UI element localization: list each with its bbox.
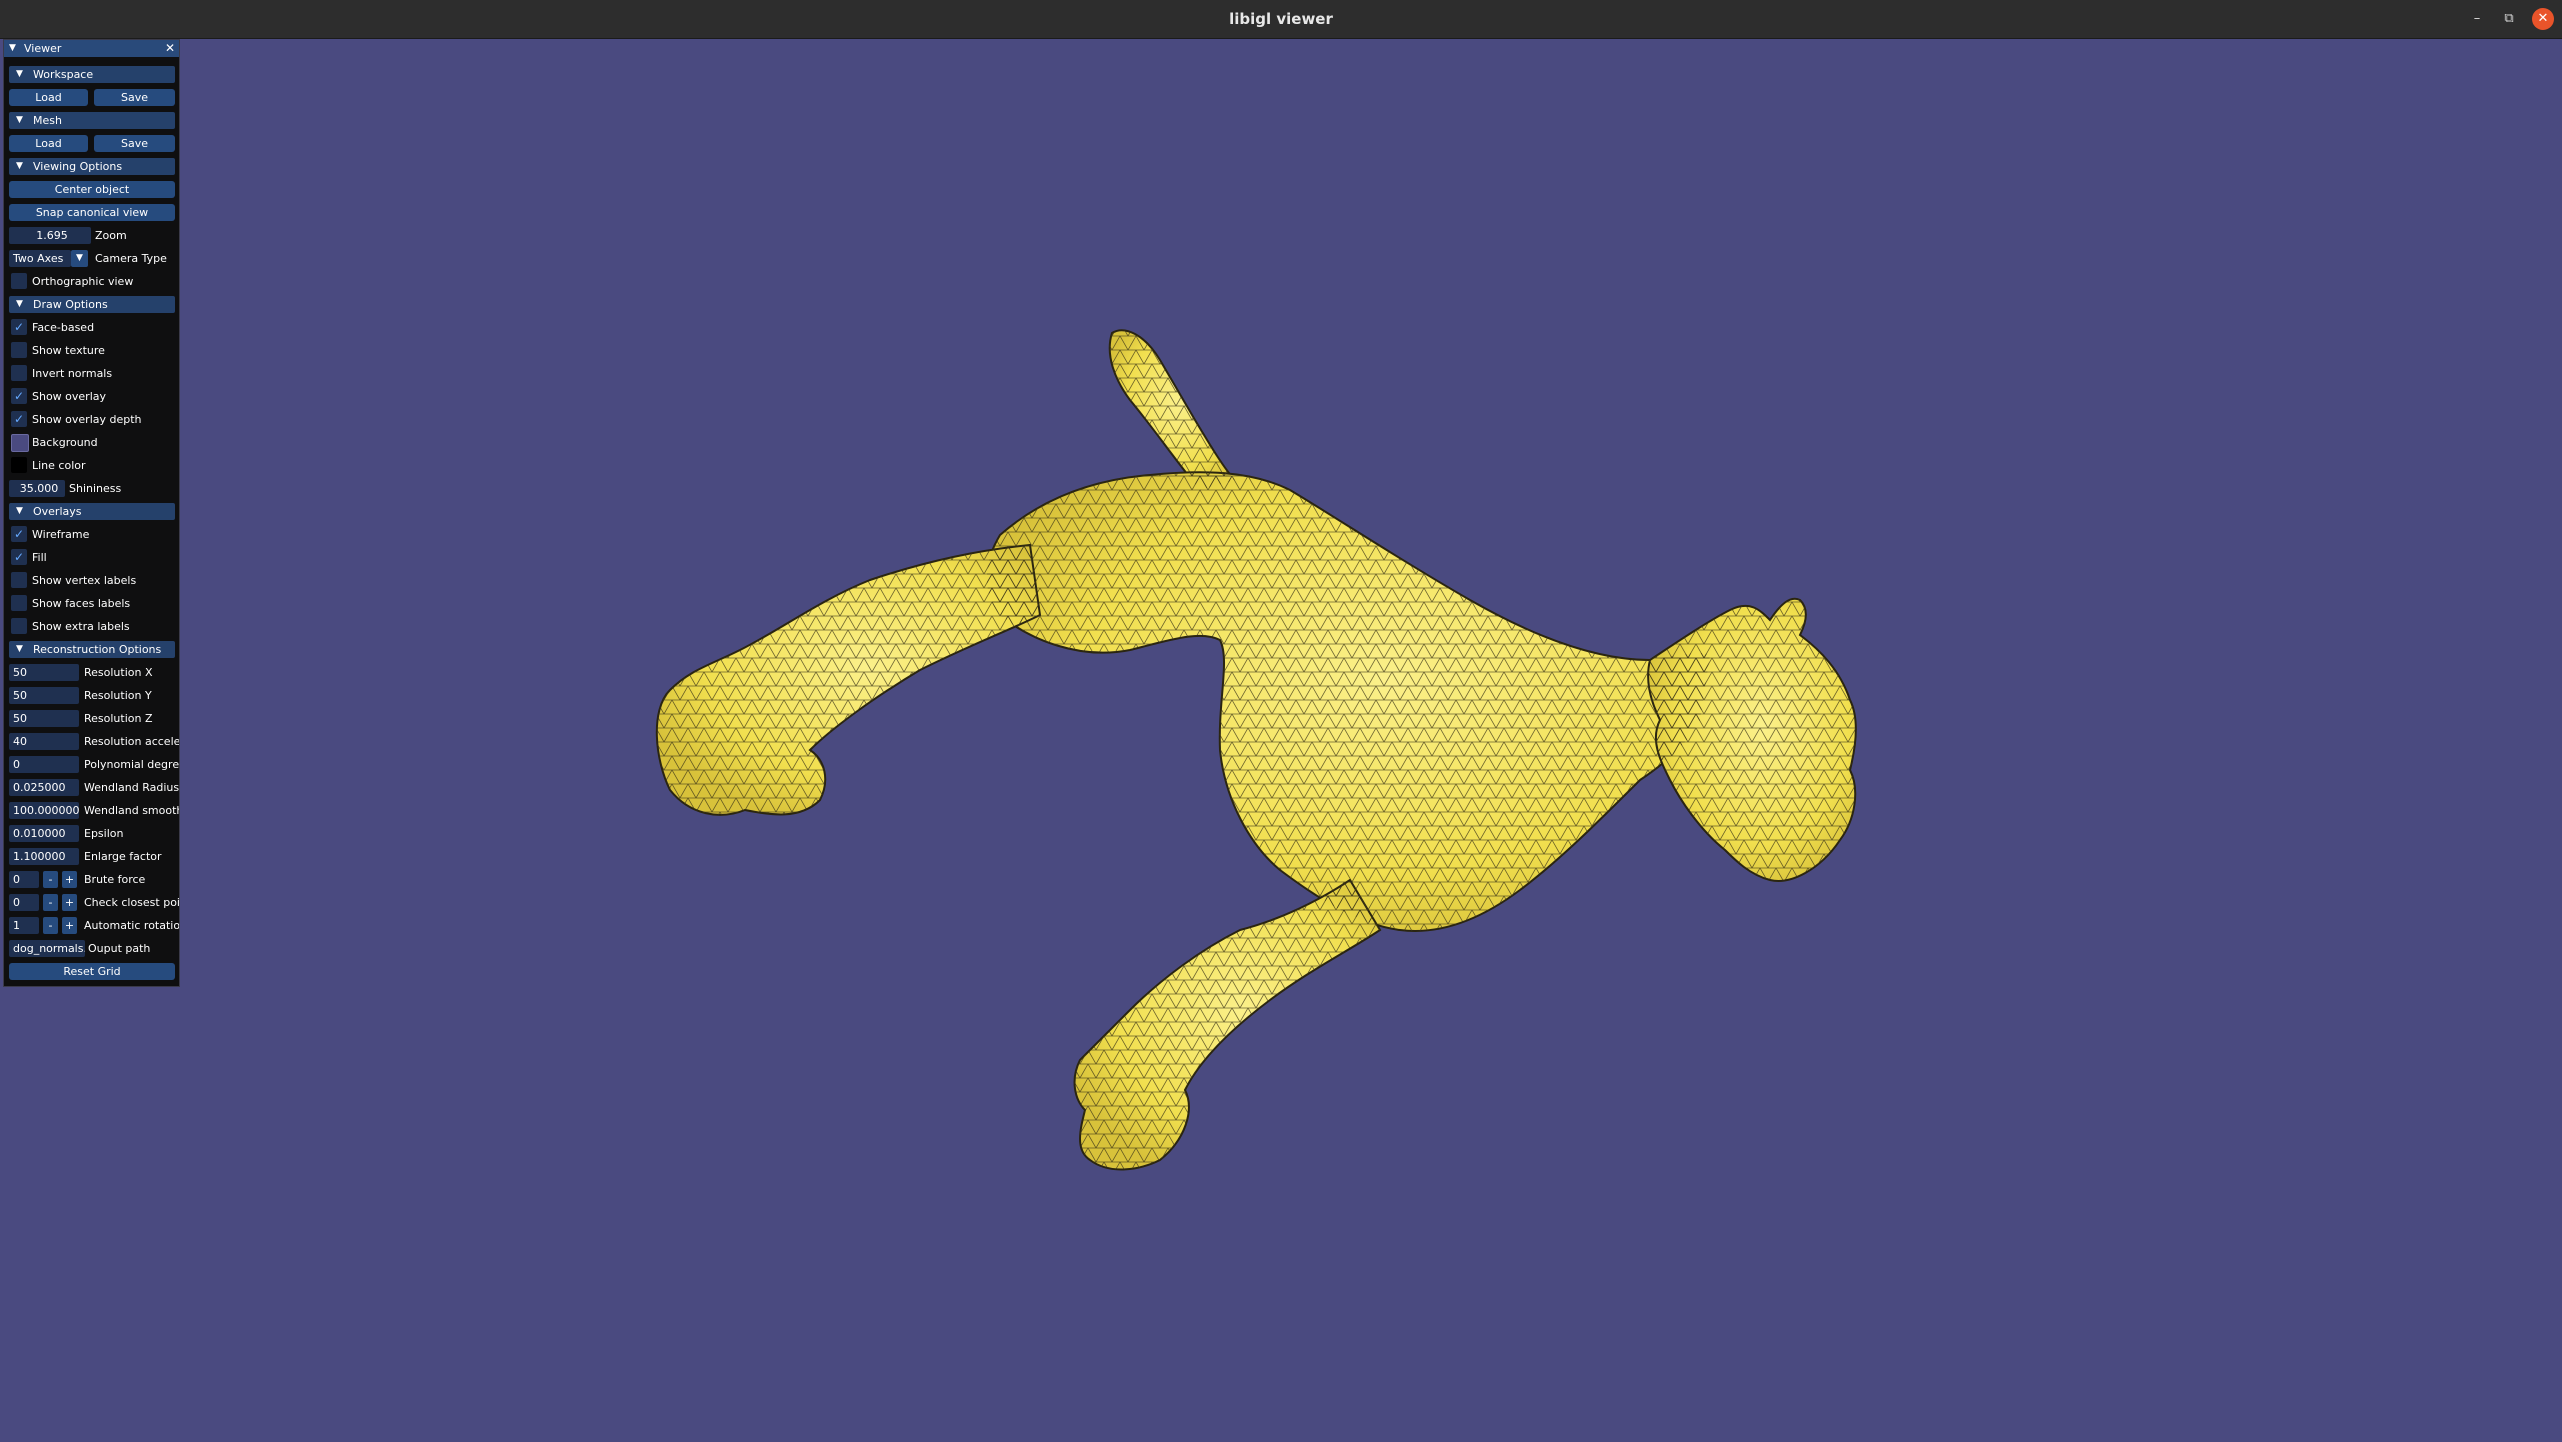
- mesh-load-button[interactable]: Load: [9, 135, 88, 152]
- automatic-rotation-decrement-button[interactable]: -: [43, 917, 58, 934]
- resolution-y-input[interactable]: 50: [9, 687, 79, 704]
- epsilon-input[interactable]: 0.010000: [9, 825, 79, 842]
- polynomial-degree-input[interactable]: 0: [9, 756, 79, 773]
- zoom-input[interactable]: 1.695: [9, 227, 91, 244]
- resolution-acceleration-input[interactable]: 40: [9, 733, 79, 750]
- wireframe-checkbox[interactable]: ✓: [11, 526, 27, 542]
- fill-checkbox[interactable]: ✓: [11, 549, 27, 565]
- wendland-radius-label: Wendland Radius: [84, 781, 179, 794]
- reset-grid-button[interactable]: Reset Grid: [9, 963, 175, 980]
- wireframe-label: Wireframe: [32, 528, 90, 541]
- check-closest-point-input[interactable]: 0: [9, 894, 39, 911]
- close-icon[interactable]: ✕: [2532, 8, 2554, 30]
- wendland-radius-input[interactable]: 0.025000: [9, 779, 79, 796]
- header-draw-options[interactable]: ▼ Draw Options: [9, 296, 175, 313]
- show-overlay-depth-label: Show overlay depth: [32, 413, 142, 426]
- camera-type-select[interactable]: Two Axes: [9, 250, 71, 267]
- minimize-icon[interactable]: –: [2466, 8, 2488, 30]
- collapse-triangle-icon[interactable]: ▼: [9, 40, 16, 57]
- dog-mesh: [655, 329, 1857, 1171]
- resolution-z-label: Resolution Z: [84, 712, 153, 725]
- automatic-rotation-input[interactable]: 1: [9, 917, 39, 934]
- brute-force-input[interactable]: 0: [9, 871, 39, 888]
- header-reconstruction-options[interactable]: ▼ Reconstruction Options: [9, 641, 175, 658]
- header-mesh[interactable]: ▼ Mesh: [9, 112, 175, 129]
- panel-titlebar[interactable]: ▼ Viewer ✕: [4, 40, 179, 57]
- header-workspace[interactable]: ▼ Workspace: [9, 66, 175, 83]
- orthographic-view-label: Orthographic view: [32, 275, 134, 288]
- resolution-y-label: Resolution Y: [84, 689, 152, 702]
- resolution-z-input[interactable]: 50: [9, 710, 79, 727]
- maximize-icon[interactable]: ⧉: [2498, 8, 2520, 30]
- orthographic-view-checkbox[interactable]: [11, 273, 27, 289]
- chevron-down-icon[interactable]: ▼: [71, 250, 88, 267]
- workspace-load-button[interactable]: Load: [9, 89, 88, 106]
- check-closest-decrement-button[interactable]: -: [43, 894, 58, 911]
- triangle-down-icon: ▼: [16, 644, 23, 654]
- resolution-x-label: Resolution X: [84, 666, 153, 679]
- wendland-smooth-input[interactable]: 100.000000: [9, 802, 79, 819]
- polynomial-degree-label: Polynomial degree: [84, 758, 179, 771]
- show-extra-labels-label: Show extra labels: [32, 620, 130, 633]
- show-texture-label: Show texture: [32, 344, 105, 357]
- epsilon-label: Epsilon: [84, 827, 124, 840]
- triangle-down-icon: ▼: [16, 115, 23, 125]
- camera-type-label: Camera Type: [95, 252, 167, 265]
- triangle-down-icon: ▼: [16, 299, 23, 309]
- shininess-label: Shininess: [69, 482, 122, 495]
- show-texture-checkbox[interactable]: [11, 342, 27, 358]
- header-overlays[interactable]: ▼ Overlays: [9, 503, 175, 520]
- window-title: libigl viewer: [1229, 10, 1333, 28]
- face-based-checkbox[interactable]: ✓: [11, 319, 27, 335]
- shininess-input[interactable]: 35.000: [9, 480, 65, 497]
- invert-normals-label: Invert normals: [32, 367, 113, 380]
- snap-canonical-view-button[interactable]: Snap canonical view: [9, 204, 175, 221]
- face-based-label: Face-based: [32, 321, 95, 334]
- wendland-smooth-label: Wendland smooth: [84, 804, 179, 817]
- workspace-save-button[interactable]: Save: [94, 89, 175, 106]
- brute-force-decrement-button[interactable]: -: [43, 871, 58, 888]
- triangle-down-icon: ▼: [16, 506, 23, 516]
- background-color-swatch[interactable]: [11, 434, 29, 452]
- output-path-input[interactable]: dog_normals.: [9, 940, 85, 957]
- show-overlay-checkbox[interactable]: ✓: [11, 388, 27, 404]
- automatic-rotation-increment-button[interactable]: +: [62, 917, 77, 934]
- triangle-down-icon: ▼: [16, 161, 23, 171]
- brute-force-increment-button[interactable]: +: [62, 871, 77, 888]
- show-faces-labels-label: Show faces labels: [32, 597, 131, 610]
- output-path-label: Ouput path: [88, 942, 151, 955]
- brute-force-label: Brute force: [84, 873, 146, 886]
- mesh-save-button[interactable]: Save: [94, 135, 175, 152]
- line-color-label: Line color: [32, 459, 86, 472]
- resolution-x-input[interactable]: 50: [9, 664, 79, 681]
- window-titlebar: libigl viewer – ⧉ ✕: [0, 0, 2562, 39]
- zoom-label: Zoom: [95, 229, 127, 242]
- check-closest-increment-button[interactable]: +: [62, 894, 77, 911]
- background-label: Background: [32, 436, 98, 449]
- 3d-viewport[interactable]: [0, 39, 2562, 1442]
- show-extra-labels-checkbox[interactable]: [11, 618, 27, 634]
- enlarge-factor-input[interactable]: 1.100000: [9, 848, 79, 865]
- check-closest-point-label: Check closest poin: [84, 896, 179, 909]
- show-vertex-labels-label: Show vertex labels: [32, 574, 137, 587]
- fill-label: Fill: [32, 551, 47, 564]
- close-icon[interactable]: ✕: [165, 40, 175, 57]
- show-overlay-label: Show overlay: [32, 390, 107, 403]
- header-viewing-options[interactable]: ▼ Viewing Options: [9, 158, 175, 175]
- show-faces-labels-checkbox[interactable]: [11, 595, 27, 611]
- enlarge-factor-label: Enlarge factor: [84, 850, 162, 863]
- invert-normals-checkbox[interactable]: [11, 365, 27, 381]
- dog-mesh-render: [655, 329, 1857, 1171]
- panel-title: Viewer: [24, 42, 62, 55]
- viewer-panel: ▼ Viewer ✕ ▼ Workspace Load Save ▼ Mesh Lo…: [3, 39, 180, 987]
- automatic-rotation-label: Automatic rotatior: [84, 919, 179, 932]
- line-color-swatch[interactable]: [11, 457, 27, 473]
- center-object-button[interactable]: Center object: [9, 181, 175, 198]
- triangle-down-icon: ▼: [16, 69, 23, 79]
- show-overlay-depth-checkbox[interactable]: ✓: [11, 411, 27, 427]
- show-vertex-labels-checkbox[interactable]: [11, 572, 27, 588]
- resolution-acceleration-label: Resolution acceler: [84, 735, 179, 748]
